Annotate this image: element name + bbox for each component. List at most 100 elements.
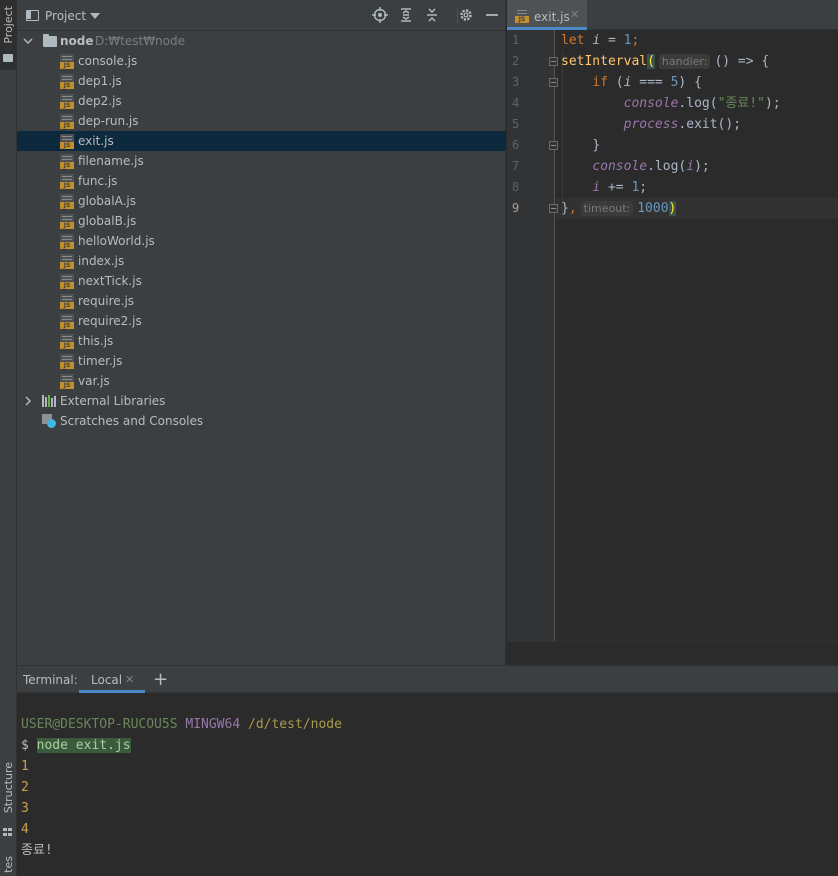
tree-file-label: require.js — [78, 294, 135, 308]
js-file-icon: JS — [60, 94, 74, 109]
prompt-symbol: $ — [21, 738, 29, 753]
tree-file-item[interactable]: JS func.js — [17, 171, 506, 191]
tree-root-node[interactable]: node D:₩test₩node — [17, 31, 506, 51]
code-line-4: console.log("종료!"); — [623, 96, 781, 111]
structure-tool-tab[interactable]: Structure — [2, 762, 15, 813]
chevron-down-icon[interactable] — [22, 31, 34, 51]
editor-tab-exit-js[interactable]: JS exit.js ✕ — [507, 0, 587, 30]
fold-icon[interactable] — [549, 78, 558, 87]
project-tool-tab[interactable]: Project — [0, 0, 17, 70]
tree-file-item[interactable]: JS nextTick.js — [17, 271, 506, 291]
tree-file-item[interactable]: JS globalA.js — [17, 191, 506, 211]
terminal-header: Terminal: Local ✕ + — [17, 666, 838, 693]
line-number: 1 — [512, 33, 520, 47]
code-line-3: if (i === 5) { — [592, 75, 702, 90]
project-tool-tab-label: Project — [2, 6, 15, 44]
js-file-icon: JS — [60, 334, 74, 349]
code-line-2: setInterval(handler:() => { — [561, 54, 770, 69]
code-line-8: i += 1; — [592, 180, 648, 195]
fold-icon[interactable] — [549, 57, 558, 66]
tree-file-item[interactable]: JS var.js — [17, 371, 506, 391]
prompt-env: MINGW64 — [185, 717, 241, 732]
js-file-icon: JS — [60, 294, 74, 309]
chevron-right-icon[interactable] — [22, 391, 34, 411]
tree-file-label: globalB.js — [78, 214, 137, 228]
code-line-7: console.log(i); — [592, 159, 710, 174]
tree-file-item[interactable]: JS dep1.js — [17, 71, 506, 91]
gear-icon[interactable] — [458, 7, 474, 23]
structure-icon — [3, 828, 13, 836]
js-file-icon: JS — [60, 234, 74, 249]
tree-scratches[interactable]: Scratches and Consoles — [17, 411, 506, 431]
project-view-icon — [26, 10, 39, 21]
terminal-output-line: 3 — [21, 801, 29, 816]
terminal-output-line: 2 — [21, 780, 29, 795]
folder-icon — [3, 54, 13, 62]
tree-file-item[interactable]: JS this.js — [17, 331, 506, 351]
editor-horizontal-scrollbar[interactable] — [507, 641, 838, 665]
expand-all-icon[interactable] — [398, 7, 414, 23]
scratches-icon — [42, 414, 56, 428]
terminal-panel: Terminal: Local ✕ + USER@DESKTOP-RUCOU5S… — [17, 665, 838, 876]
tree-file-item[interactable]: JS require2.js — [17, 311, 506, 331]
tree-external-libraries[interactable]: External Libraries — [17, 391, 506, 411]
tree-file-item[interactable]: JS index.js — [17, 251, 506, 271]
tree-file-item[interactable]: JS exit.js — [17, 131, 506, 151]
root-folder-name: node — [60, 34, 94, 48]
tree-file-label: index.js — [78, 254, 125, 268]
line-number: 4 — [512, 96, 520, 110]
line-number: 3 — [512, 75, 520, 89]
tree-file-item[interactable]: JS console.js — [17, 51, 506, 71]
minimize-icon[interactable] — [484, 7, 500, 23]
terminal-prompt-line: USER@DESKTOP-RUCOU5S MINGW64 /d/test/nod… — [21, 714, 342, 735]
tree-file-label: dep2.js — [78, 94, 122, 108]
prompt-path: /d/test/node — [248, 717, 342, 732]
tree-file-label: globalA.js — [78, 194, 136, 208]
terminal-command-line: $ node exit.js — [21, 735, 131, 756]
tree-file-item[interactable]: JS helloWorld.js — [17, 231, 506, 251]
tree-file-item[interactable]: JS require.js — [17, 291, 506, 311]
favorites-tool-tab[interactable]: tes — [2, 856, 15, 873]
line-number: 5 — [512, 117, 520, 131]
tree-file-label: var.js — [78, 374, 110, 388]
tree-file-label: helloWorld.js — [78, 234, 155, 248]
terminal-command: node exit.js — [36, 738, 131, 753]
locate-icon[interactable] — [372, 7, 388, 23]
tree-file-label: this.js — [78, 334, 114, 348]
project-panel-title[interactable]: Project — [45, 9, 86, 23]
tree-file-item[interactable]: JS timer.js — [17, 351, 506, 371]
scratches-label: Scratches and Consoles — [60, 414, 204, 428]
tree-file-label: exit.js — [78, 134, 114, 148]
add-terminal-button[interactable]: + — [153, 669, 168, 690]
tree-file-label: require2.js — [78, 314, 142, 328]
collapse-all-icon[interactable] — [424, 7, 440, 23]
js-file-icon: JS — [60, 154, 74, 169]
tree-file-label: console.js — [78, 54, 138, 68]
js-file-icon: JS — [60, 274, 74, 289]
editor-gutter: 1 2 3 4 5 6 7 8 9 — [507, 30, 558, 641]
js-file-icon: JS — [60, 374, 74, 389]
tree-file-label: dep-run.js — [78, 114, 139, 128]
library-icon — [42, 395, 56, 407]
fold-icon[interactable] — [549, 141, 558, 150]
editor-body[interactable]: 1 2 3 4 5 6 7 8 9 let i = 1; setInterval(handler… — [507, 30, 838, 641]
tree-file-item[interactable]: JS filename.js — [17, 151, 506, 171]
line-number: 8 — [512, 180, 520, 194]
terminal-output-line: 1 — [21, 759, 29, 774]
terminal-tab-local[interactable]: Local ✕ — [79, 666, 145, 693]
close-icon[interactable]: ✕ — [125, 673, 134, 686]
close-icon[interactable]: ✕ — [570, 8, 579, 21]
tree-file-item[interactable]: JS globalB.js — [17, 211, 506, 231]
project-panel: Project node D:₩test₩node JS console.js JS — [17, 0, 506, 665]
parameter-hint: timeout: — [580, 201, 634, 216]
left-tool-strip: Project Structure tes — [0, 0, 17, 876]
chevron-down-icon[interactable] — [90, 13, 100, 19]
tree-file-item[interactable]: JS dep2.js — [17, 91, 506, 111]
editor-tab-label: exit.js — [534, 10, 570, 24]
tree-file-item[interactable]: JS dep-run.js — [17, 111, 506, 131]
line-number: 6 — [512, 138, 520, 152]
js-file-icon: JS — [515, 8, 529, 23]
fold-icon[interactable] — [549, 204, 558, 213]
root-folder-path: D:₩test₩node — [95, 34, 186, 48]
project-panel-header: Project — [17, 0, 506, 31]
